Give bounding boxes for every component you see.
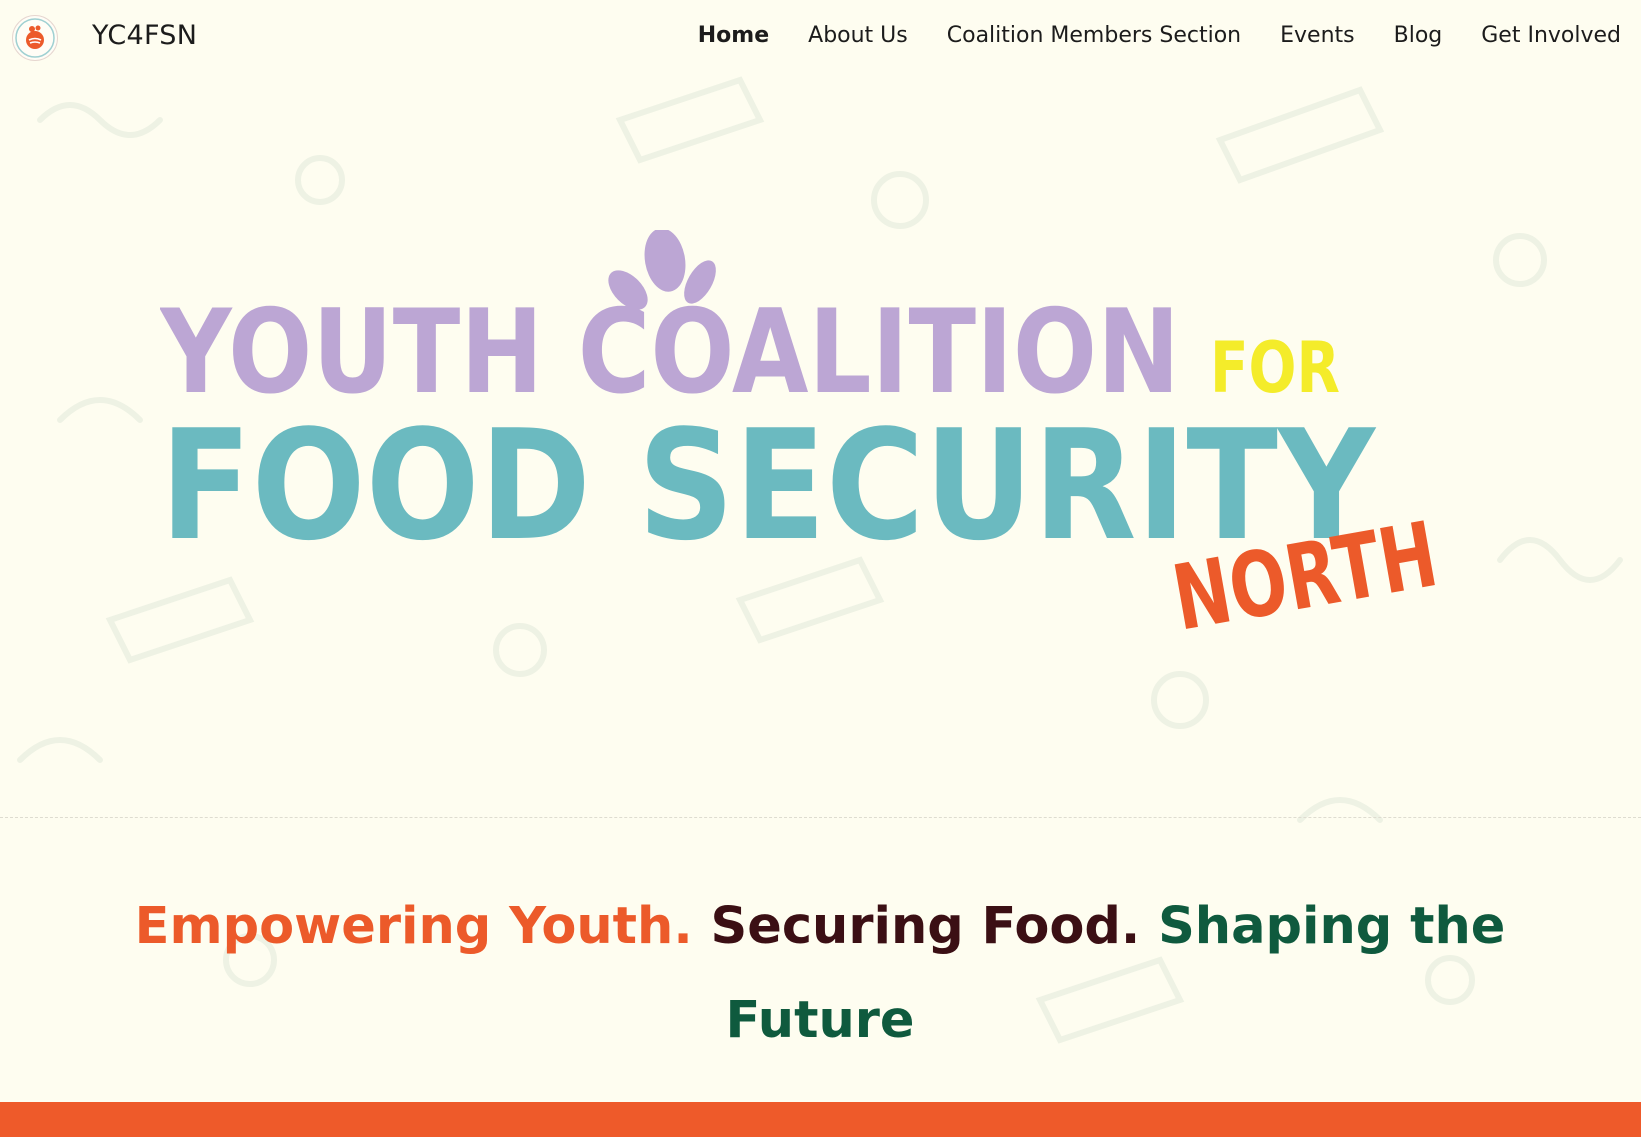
section-divider bbox=[0, 817, 1641, 818]
orange-footer-band bbox=[0, 1102, 1641, 1137]
coalition-seal-logo-icon bbox=[15, 18, 55, 58]
top-navbar: YC4FSN Home About Us Coalition Members S… bbox=[0, 0, 1641, 80]
nav-item-blog[interactable]: Blog bbox=[1394, 23, 1443, 48]
site-logo[interactable] bbox=[12, 15, 58, 61]
hero-wordmark-logo: YOUTH COALITION FOR FOOD SECURITY NORTH bbox=[160, 230, 1445, 652]
nav-item-coalition-members[interactable]: Coalition Members Section bbox=[947, 23, 1241, 48]
nav-item-events[interactable]: Events bbox=[1280, 23, 1355, 48]
tagline-securing-food: Securing Food. bbox=[710, 897, 1141, 956]
tagline-empowering-youth: Empowering Youth. bbox=[134, 897, 693, 956]
site-title[interactable]: YC4FSN bbox=[92, 20, 197, 51]
hero-tagline: Empowering Youth. Securing Food. Shaping… bbox=[120, 880, 1520, 1068]
nav-item-about-us[interactable]: About Us bbox=[808, 23, 908, 48]
nav-item-home[interactable]: Home bbox=[698, 23, 769, 48]
nav-item-get-involved[interactable]: Get Involved bbox=[1481, 23, 1621, 48]
main-nav: Home About Us Coalition Members Section … bbox=[698, 23, 1621, 48]
